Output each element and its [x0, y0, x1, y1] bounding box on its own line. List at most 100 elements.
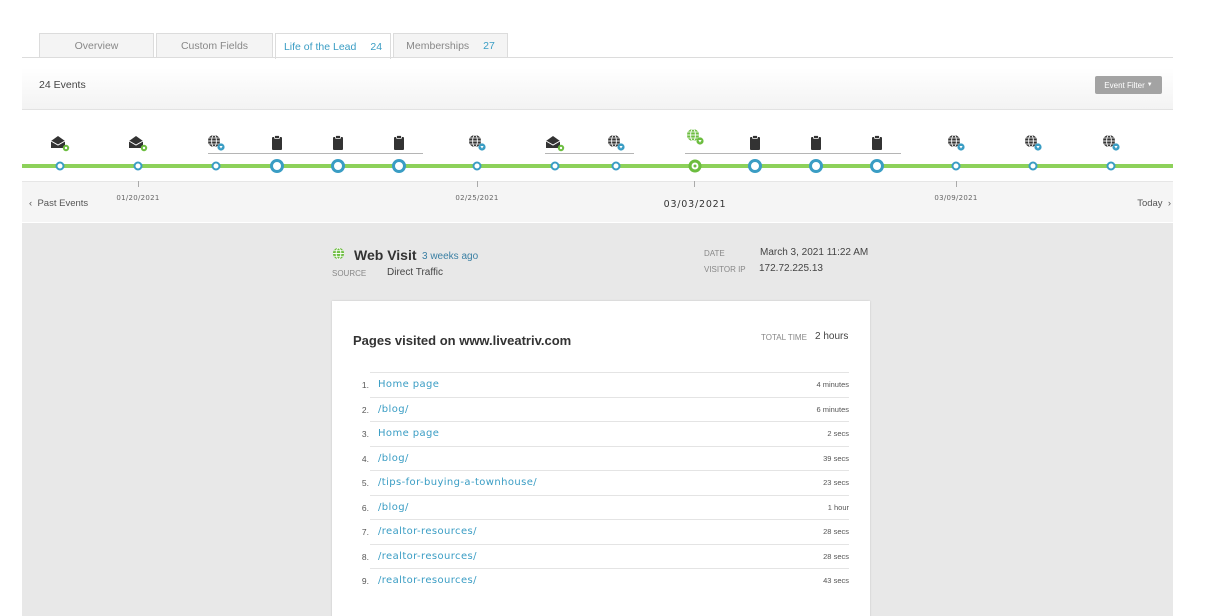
timeline-date: 03/09/2021	[934, 194, 978, 202]
page-link[interactable]: Home page	[378, 428, 439, 439]
clipboard-icon[interactable]	[266, 133, 288, 153]
email-gear-icon[interactable]	[544, 133, 566, 153]
page-link[interactable]: /blog/	[378, 453, 409, 464]
total-time-value: 2 hours	[815, 331, 849, 342]
timeline-node[interactable]	[809, 159, 823, 173]
globe-icon[interactable]	[1022, 133, 1044, 153]
past-events-label: Past Events	[37, 198, 89, 209]
globe-icon[interactable]	[945, 133, 967, 153]
tab-overview[interactable]: Overview	[39, 33, 154, 58]
tab-bar: Overview Custom Fields Life of the Lead …	[39, 33, 510, 59]
date-tick	[138, 181, 139, 187]
email-gear-icon[interactable]	[49, 133, 71, 153]
globe-icon[interactable]	[466, 133, 488, 153]
clipboard-icon[interactable]	[327, 133, 349, 153]
page-link[interactable]: /blog/	[378, 404, 409, 415]
timeline-node[interactable]	[748, 159, 762, 173]
timeline-node[interactable]	[550, 161, 560, 171]
chevron-right-icon: ›	[1162, 198, 1171, 209]
pages-visited-card: Pages visited on www.liveatriv.com TOTAL…	[332, 301, 870, 616]
pages-visited-title: Pages visited on www.liveatriv.com	[353, 333, 572, 348]
tab-divider	[22, 57, 1173, 58]
page-link[interactable]: /realtor-resources/	[378, 526, 477, 537]
timeline-node[interactable]	[1028, 161, 1038, 171]
event-filter-label: Event Filter	[1104, 80, 1145, 90]
row-number: 5.	[361, 478, 369, 488]
timeline-node[interactable]	[392, 159, 406, 173]
timeline-node[interactable]	[211, 161, 221, 171]
clipboard-icon[interactable]	[866, 133, 888, 153]
clipboard-icon[interactable]	[744, 133, 766, 153]
timeline-node[interactable]	[55, 161, 65, 171]
visit-title: Web Visit	[354, 247, 417, 263]
row-number: 9.	[361, 576, 369, 586]
table-row: 3. Home page 2 secs	[362, 421, 849, 446]
globe-icon[interactable]	[1100, 133, 1122, 153]
tab-count: 27	[483, 40, 495, 52]
email-gear-icon[interactable]	[127, 133, 149, 153]
tab-custom-fields[interactable]: Custom Fields	[156, 33, 273, 58]
duration: 39 secs	[823, 453, 849, 463]
timeline-date: 02/25/2021	[455, 194, 499, 202]
timeline-node[interactable]	[870, 159, 884, 173]
clipboard-icon[interactable]	[388, 133, 410, 153]
duration: 2 secs	[827, 429, 849, 438]
timeline-node[interactable]	[611, 161, 621, 171]
table-row: 6. /blog/1 hour	[362, 494, 849, 520]
timeline-date: 01/20/2021	[116, 194, 160, 202]
today-link[interactable]: Today ›	[1137, 198, 1171, 209]
tab-life-of-the-lead[interactable]: Life of the Lead 24	[275, 33, 391, 59]
source-label: SOURCE	[332, 269, 367, 278]
event-group-bar	[545, 153, 634, 154]
table-row: 5. /tips-for-buying-a-townhouse/23 secs	[362, 470, 849, 495]
row-number: 1.	[361, 380, 369, 390]
date-tick	[956, 181, 957, 187]
source-value: Direct Traffic	[387, 267, 443, 278]
events-header: 24 Events Event Filter ▼	[22, 68, 1173, 110]
timeline-node[interactable]	[472, 161, 482, 171]
duration: 6 minutes	[816, 404, 849, 414]
visit-ago: 3 weeks ago	[422, 251, 479, 262]
globe-icon[interactable]	[205, 133, 227, 153]
event-detail-panel: Web Visit 3 weeks ago SOURCE Direct Traf…	[22, 223, 1173, 616]
date-value: March 3, 2021 11:22 AM	[760, 247, 869, 258]
page-link[interactable]: /blog/	[378, 502, 409, 513]
table-row: 8. /realtor-resources/28 secs	[362, 543, 849, 569]
pages-list: 1. Home page 4 minutes 2. /blog/6 minutes 3. H…	[362, 372, 849, 593]
timeline-node[interactable]	[951, 161, 961, 171]
timeline-node[interactable]	[331, 159, 345, 173]
duration: 1 hour	[827, 502, 849, 512]
tab-label: Overview	[74, 40, 119, 52]
page-link[interactable]: /tips-for-buying-a-townhouse/	[378, 477, 537, 488]
clipboard-icon[interactable]	[805, 133, 827, 153]
date-tick	[694, 181, 695, 187]
timeline-node[interactable]	[1106, 161, 1116, 171]
timeline-node-active[interactable]	[688, 159, 702, 173]
event-filter-button[interactable]: Event Filter ▼	[1095, 76, 1162, 94]
row-number: 7.	[361, 527, 369, 537]
table-row: 7. /realtor-resources/28 secs	[362, 519, 849, 544]
timeline-node[interactable]	[133, 161, 143, 171]
row-number: 4.	[361, 453, 369, 464]
table-row: 2. /blog/6 minutes	[362, 396, 849, 422]
duration: 23 secs	[823, 478, 849, 487]
row-number: 2.	[361, 404, 369, 415]
tab-label: Custom Fields	[180, 40, 249, 52]
tab-label: Memberships	[406, 40, 470, 52]
past-events-link[interactable]: ‹ Past Events	[29, 198, 88, 209]
row-number: 6.	[361, 502, 369, 513]
app-root: Overview Custom Fields Life of the Lead …	[0, 0, 1205, 616]
total-time-label: TOTAL TIME	[761, 333, 807, 342]
globe-icon[interactable]	[605, 133, 627, 153]
globe-icon	[332, 247, 345, 260]
page-link[interactable]: /realtor-resources/	[378, 551, 477, 562]
visitor-ip-label: VISITOR IP	[704, 265, 746, 274]
timeline-node[interactable]	[270, 159, 284, 173]
globe-icon[interactable]	[684, 127, 706, 147]
date-label: DATE	[704, 249, 725, 258]
timeline-track	[22, 164, 1173, 168]
event-group-bar	[208, 153, 423, 154]
page-link[interactable]: Home page	[378, 379, 439, 390]
page-link[interactable]: /realtor-resources/	[378, 575, 477, 586]
tab-memberships[interactable]: Memberships 27	[393, 33, 508, 58]
